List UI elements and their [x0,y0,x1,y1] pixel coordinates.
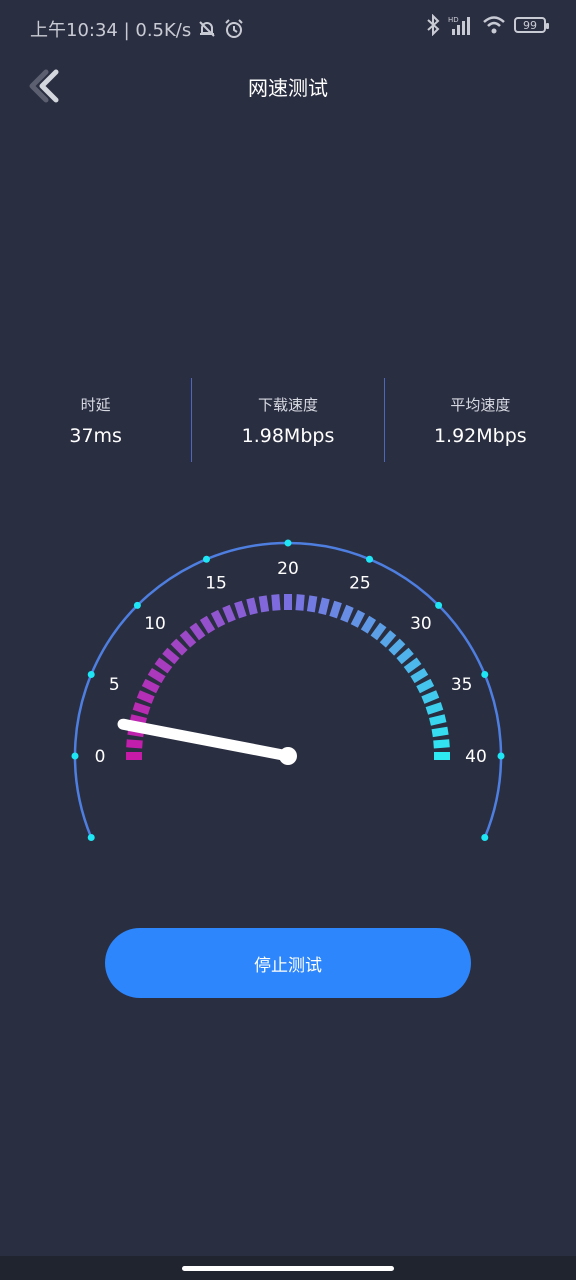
gauge-segment [421,690,440,704]
bluetooth-icon [427,14,440,36]
gauge-segment [246,597,258,615]
status-time-speed: 上午10:34 | 0.5K/s [30,20,192,41]
gauge-tick-label: 25 [349,573,371,593]
gauge-segment [433,739,450,749]
gauge-segment [306,595,318,613]
page-title: 网速测试 [248,76,328,100]
gauge-segment [340,604,354,623]
gauge-segment [318,597,330,615]
gauge-segment [396,647,414,665]
gauge-dot [133,601,141,609]
gauge-segment [329,600,342,619]
gauge-segment [234,600,247,619]
stats-panel: 时延 37ms 下载速度 1.98Mbps 平均速度 1.92Mbps [0,378,576,462]
stat-latency: 时延 37ms [0,378,191,462]
gauge-segment [162,647,180,665]
gauge-dot [71,752,79,760]
gauge-dot [481,834,489,842]
gauge-segment [199,615,216,634]
stat-average-speed: 平均速度 1.92Mbps [383,378,576,462]
alarm-icon [225,19,243,38]
gauge-tick-label: 30 [410,614,432,634]
gauge-segment [431,726,449,738]
gauge-segment [379,630,397,648]
gauge-segment [360,615,377,634]
gauge-tick-label: 5 [109,675,120,695]
header: 网速测试 [0,60,576,108]
status-bar: 上午10:34 | 0.5K/s HD 99 [0,0,576,56]
gauge-segment [350,609,366,628]
gauge-tick-label: 10 [144,614,166,634]
gauge-segment [132,702,151,715]
stat-label: 时延 [80,396,111,414]
gauge-segment [425,702,444,715]
stat-value: 1.98Mbps [241,425,335,447]
gauge-segment [179,630,197,648]
stat-label: 下载速度 [257,396,318,414]
gauge-dot [284,539,292,547]
gauge-segment [258,595,270,613]
status-right: HD 99 [426,14,549,36]
gauge-tick-label: 0 [95,747,106,767]
gauge-segment [403,657,422,674]
battery-icon: 99 [514,17,549,33]
gauge-dot [202,555,210,563]
stat-value: 1.92Mbps [433,425,527,447]
stat-download-speed: 下载速度 1.98Mbps [191,378,383,462]
gauge-dot [87,834,95,842]
gauge-segment [147,667,166,684]
gauge-outer-arc [73,541,503,838]
gauge-dot [435,601,443,609]
gauge-tick-label: 20 [277,559,299,579]
gauge-dot [87,670,95,678]
gauge-tick-label: 35 [451,675,473,695]
gauge-needle-hub [279,747,297,765]
gauge-segment [154,657,173,674]
navigation-bar [0,1256,576,1280]
status-left: 上午10:34 | 0.5K/s [30,16,245,42]
gauge-dot [481,670,489,678]
gauge-segment [126,739,143,749]
stat-value: 37ms [69,425,122,447]
gauge-segment [271,594,281,611]
home-indicator[interactable] [182,1266,394,1271]
svg-text:HD: HD [448,16,459,24]
bell-off-icon [199,21,215,37]
gauge-segment [222,604,236,623]
signal-icon: HD [448,16,470,35]
gauge-dot [497,752,505,760]
battery-level: 99 [523,18,537,32]
gauge-needle [117,718,294,762]
wifi-icon [483,16,505,34]
gauge-segment [388,638,406,656]
speed-gauge: 0 5 10 15 20 25 30 35 40 [71,539,505,842]
gauge-segment [410,667,429,684]
gauge-tick-label: 15 [205,573,227,593]
gauge-segment [370,622,387,641]
gauge-segment [189,622,206,641]
stat-label: 平均速度 [450,396,511,414]
gauge-tick-label: 40 [465,747,487,767]
gauge-segment [429,714,447,726]
gauge-segment [416,678,435,694]
gauge-segment [141,678,160,694]
gauge-segment [170,638,188,656]
stop-test-button[interactable]: 停止测试 [105,928,471,998]
gauge-dot [366,555,374,563]
gauge-segment [136,690,155,704]
gauge-segment [295,594,305,611]
gauge-segment [210,609,226,628]
